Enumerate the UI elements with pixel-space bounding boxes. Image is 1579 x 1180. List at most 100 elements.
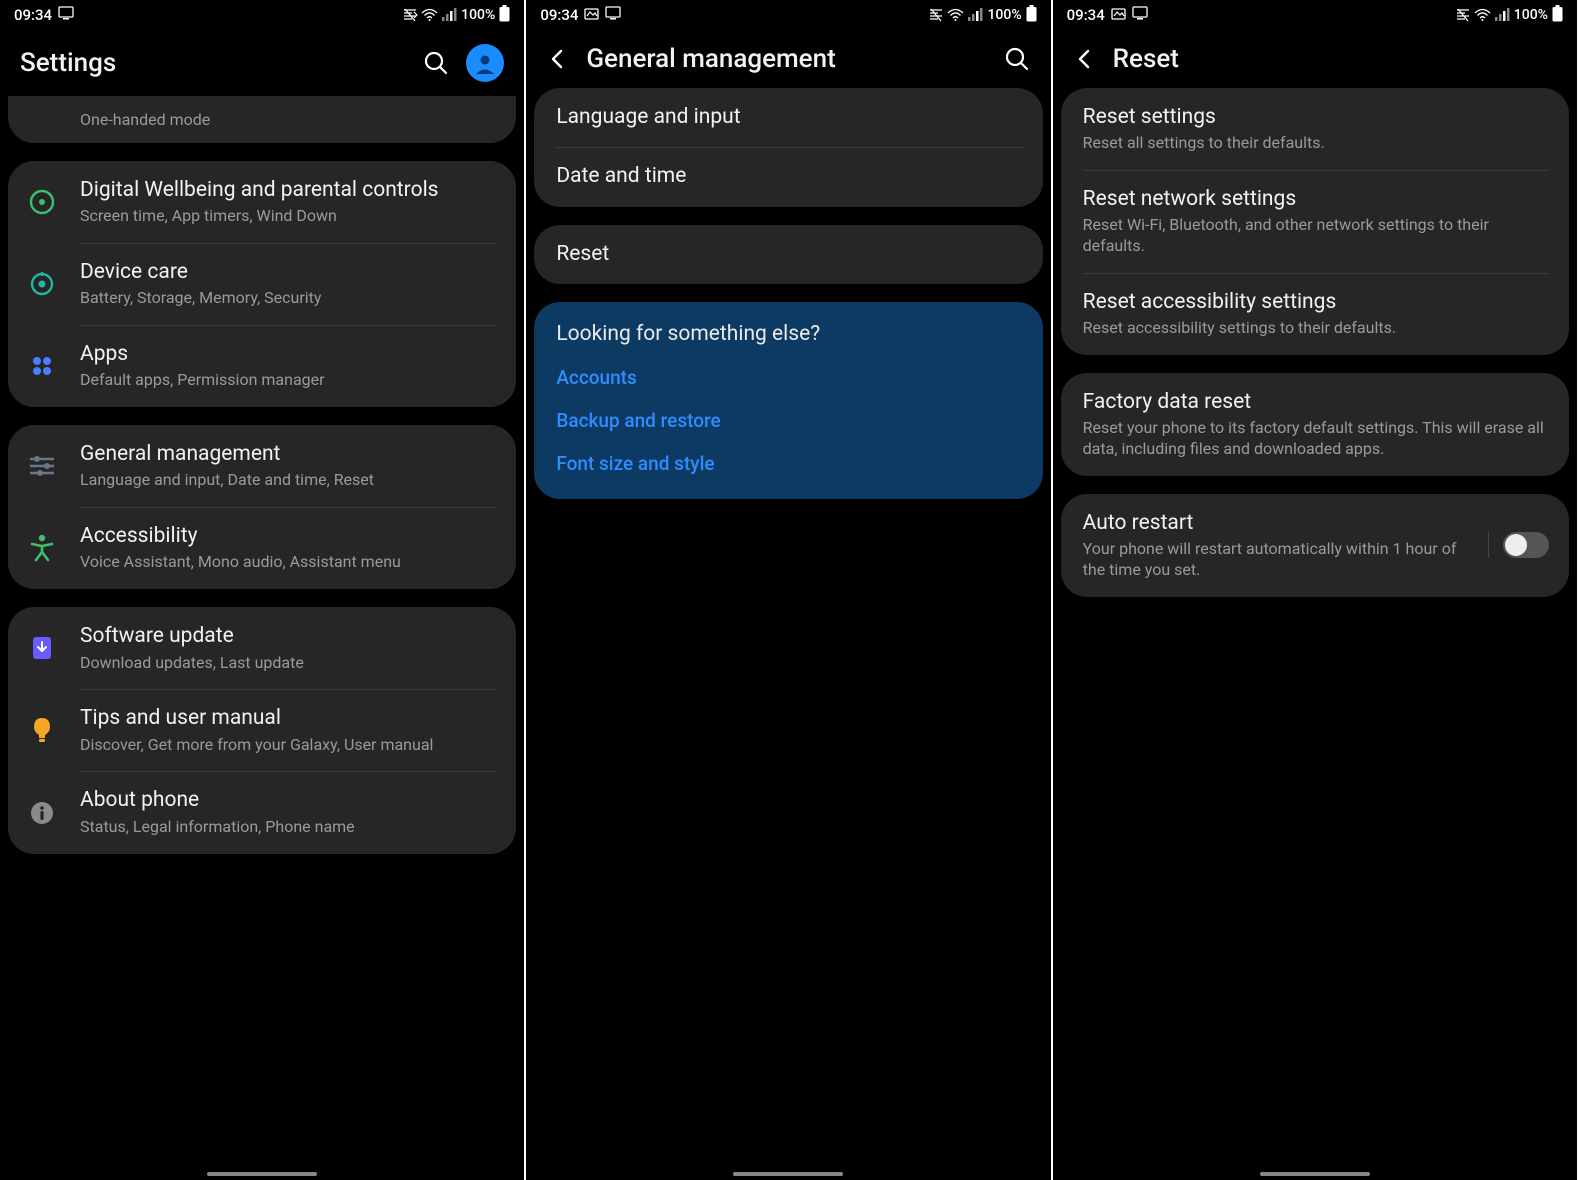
item-title: Accessibility	[80, 523, 496, 550]
item-title: Device care	[80, 259, 496, 286]
auto-restart-toggle[interactable]	[1503, 532, 1549, 558]
status-icons	[928, 8, 983, 22]
sliders-icon	[22, 454, 62, 478]
auto-restart-toggle-wrap	[1488, 532, 1549, 558]
item-title: Reset network settings	[1083, 186, 1549, 213]
back-button[interactable]	[546, 47, 570, 71]
status-time: 09:34	[14, 6, 52, 24]
item-sub: One-handed mode	[80, 110, 496, 131]
item-sub: Voice Assistant, Mono audio, Assistant m…	[80, 552, 496, 573]
link-font-size-style[interactable]: Font size and style	[534, 442, 1042, 485]
item-sub: Reset all settings to their defaults.	[1083, 133, 1549, 154]
item-title: Software update	[80, 623, 496, 650]
status-bar: 09:34 100%	[526, 0, 1050, 30]
settings-item-one-handed[interactable]: One-handed mode	[8, 96, 516, 143]
item-sub: Your phone will restart automatically wi…	[1083, 539, 1462, 581]
gm-card-1: Language and input Date and time	[534, 88, 1042, 207]
item-title: Language and input	[556, 104, 1022, 131]
status-time: 09:34	[540, 6, 578, 24]
item-sub: Screen time, App timers, Wind Down	[80, 206, 496, 227]
item-sub: Default apps, Permission manager	[80, 370, 496, 391]
item-title: About phone	[80, 787, 496, 814]
gm-content: Language and input Date and time Reset L…	[526, 88, 1050, 1180]
settings-item-accessibility[interactable]: Accessibility Voice Assistant, Mono audi…	[8, 507, 516, 589]
gm-item-datetime[interactable]: Date and time	[534, 147, 1042, 206]
nav-indicator	[1260, 1172, 1370, 1176]
profile-button[interactable]	[466, 44, 504, 82]
item-title: General management	[80, 441, 496, 468]
lightbulb-icon	[22, 716, 62, 744]
settings-main-screen: 09:34 100% Settings	[0, 0, 526, 1180]
status-icons	[1455, 8, 1510, 22]
settings-header: Settings	[0, 30, 524, 96]
reset-item-factory[interactable]: Factory data reset Reset your phone to i…	[1061, 373, 1569, 476]
search-button[interactable]	[1003, 45, 1031, 73]
reset-card-3: Auto restart Your phone will restart aut…	[1061, 494, 1569, 597]
item-title: Reset settings	[1083, 104, 1549, 131]
battery-icon	[499, 5, 510, 26]
search-button[interactable]	[422, 49, 450, 77]
reset-item-accessibility[interactable]: Reset accessibility settings Reset acces…	[1061, 273, 1569, 355]
battery-pct: 100%	[461, 7, 495, 23]
item-sub: Reset your phone to its factory default …	[1083, 418, 1549, 460]
nav-indicator	[207, 1172, 317, 1176]
reset-item-settings[interactable]: Reset settings Reset all settings to the…	[1061, 88, 1569, 170]
battery-pct: 100%	[1514, 7, 1548, 23]
back-button[interactable]	[1073, 47, 1097, 71]
screenshot-icon	[584, 6, 599, 24]
item-title: Digital Wellbeing and parental controls	[80, 177, 496, 204]
gm-item-reset[interactable]: Reset	[534, 225, 1042, 284]
link-backup-restore[interactable]: Backup and restore	[534, 399, 1042, 442]
settings-card-system: Software update Download updates, Last u…	[8, 607, 516, 853]
gm-item-language[interactable]: Language and input	[534, 88, 1042, 147]
item-sub: Battery, Storage, Memory, Security	[80, 288, 496, 309]
wellbeing-icon	[22, 188, 62, 216]
nav-indicator	[733, 1172, 843, 1176]
item-sub: Reset accessibility settings to their de…	[1083, 318, 1549, 339]
page-title: General management	[586, 44, 986, 74]
gm-card-looking: Looking for something else? Accounts Bac…	[534, 302, 1042, 499]
item-title: Tips and user manual	[80, 705, 496, 732]
status-bar: 09:34 100%	[1053, 0, 1577, 30]
item-sub: Status, Legal information, Phone name	[80, 817, 496, 838]
settings-item-general-management[interactable]: General management Language and input, D…	[8, 425, 516, 507]
reset-item-network[interactable]: Reset network settings Reset Wi-Fi, Blue…	[1061, 170, 1569, 273]
settings-item-apps[interactable]: Apps Default apps, Permission manager	[8, 325, 516, 407]
link-accounts[interactable]: Accounts	[534, 356, 1042, 399]
item-title: Apps	[80, 341, 496, 368]
item-sub: Language and input, Date and time, Reset	[80, 470, 496, 491]
reset-content: Reset settings Reset all settings to the…	[1053, 88, 1577, 1180]
accessibility-icon	[22, 534, 62, 562]
status-icons	[402, 8, 457, 22]
battery-icon	[1026, 5, 1037, 26]
settings-card-wellbeing: Digital Wellbeing and parental controls …	[8, 161, 516, 407]
status-time: 09:34	[1067, 6, 1105, 24]
info-icon	[22, 800, 62, 826]
general-management-screen: 09:34 100% General management	[526, 0, 1052, 1180]
reset-header: Reset	[1053, 30, 1577, 88]
settings-item-tips[interactable]: Tips and user manual Discover, Get more …	[8, 689, 516, 771]
item-sub: Reset Wi-Fi, Bluetooth, and other networ…	[1083, 215, 1549, 257]
status-bar: 09:34 100%	[0, 0, 524, 30]
gm-header: General management	[526, 30, 1050, 88]
toggle-knob	[1505, 534, 1527, 556]
reset-screen: 09:34 100% Reset	[1053, 0, 1579, 1180]
item-title: Reset accessibility settings	[1083, 289, 1549, 316]
settings-item-about-phone[interactable]: About phone Status, Legal information, P…	[8, 771, 516, 853]
looking-for-header: Looking for something else?	[534, 302, 1042, 356]
settings-item-wellbeing[interactable]: Digital Wellbeing and parental controls …	[8, 161, 516, 243]
gm-card-2: Reset	[534, 225, 1042, 284]
settings-item-device-care[interactable]: Device care Battery, Storage, Memory, Se…	[8, 243, 516, 325]
settings-content: One-handed mode Digital Wellbeing and pa…	[0, 96, 524, 1180]
item-sub: Download updates, Last update	[80, 653, 496, 674]
item-title: Auto restart	[1083, 510, 1462, 537]
page-title: Settings	[20, 48, 406, 78]
battery-icon	[1552, 5, 1563, 26]
reset-item-auto-restart[interactable]: Auto restart Your phone will restart aut…	[1061, 494, 1569, 597]
cast-icon	[605, 6, 621, 24]
screenshot-icon	[1111, 6, 1126, 24]
reset-card-2: Factory data reset Reset your phone to i…	[1061, 373, 1569, 476]
settings-item-software-update[interactable]: Software update Download updates, Last u…	[8, 607, 516, 689]
device-care-icon	[22, 270, 62, 298]
update-icon	[22, 635, 62, 661]
